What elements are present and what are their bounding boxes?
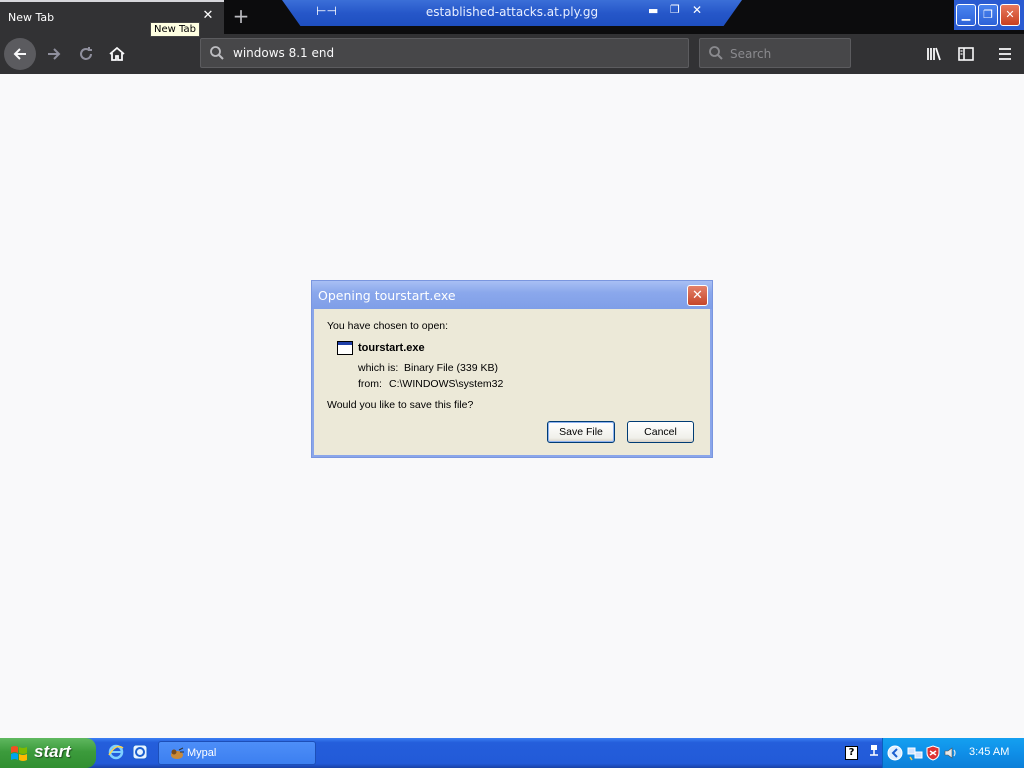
save-file-button[interactable]: Save File	[547, 421, 615, 443]
window-title-bar: ⊢⊣ established-attacks.at.ply.gg ▬ ❐ ✕	[282, 0, 742, 26]
file-source-label: from:	[358, 378, 382, 390]
search-bar[interactable]	[699, 38, 851, 68]
dialog-title: Opening tourstart.exe	[318, 288, 456, 303]
clock[interactable]: 3:45 AM	[969, 746, 1009, 758]
taskbar-item-mypal[interactable]: Mypal	[158, 741, 316, 765]
minimize-button[interactable]: ▁	[956, 4, 976, 26]
mypal-icon	[171, 747, 184, 759]
system-tray: 3:45 AM	[882, 738, 1024, 768]
library-button[interactable]	[922, 42, 946, 66]
windows-flag-icon	[11, 746, 27, 761]
close-window-button[interactable]: ✕	[1000, 4, 1020, 26]
sidebar-button[interactable]	[954, 42, 978, 66]
taskbar: start Mypal ? 3:45 AM	[0, 738, 1024, 768]
file-name: tourstart.exe	[358, 342, 425, 354]
tab-title: New Tab	[8, 11, 55, 24]
start-button[interactable]: start	[0, 738, 96, 768]
tab-strip: New Tab ✕ New Tab + ⊢⊣ established-attac…	[0, 0, 1024, 37]
search-icon	[210, 46, 224, 60]
volume-icon[interactable]	[943, 745, 959, 761]
window-controls: ▁ ❐ ✕	[954, 0, 1024, 30]
restore-icon[interactable]: ❐	[670, 3, 680, 16]
application-window-icon	[337, 341, 353, 355]
forward-button[interactable]	[38, 38, 70, 70]
file-source-value: C:\WINDOWS\system32	[389, 378, 504, 390]
dialog-question: Would you like to save this file?	[327, 399, 474, 411]
dialog-prompt: You have chosen to open:	[327, 320, 449, 332]
back-arrow-icon	[13, 48, 26, 60]
tab-tooltip: New Tab	[150, 22, 200, 37]
dialog-title-bar[interactable]: Opening tourstart.exe ✕	[312, 281, 712, 309]
cancel-button[interactable]: Cancel	[627, 421, 694, 443]
dialog-close-button[interactable]: ✕	[687, 285, 708, 306]
sidebar-icon	[958, 47, 974, 61]
download-dialog: Opening tourstart.exe ✕ You have chosen …	[311, 280, 713, 458]
search-input[interactable]	[730, 45, 846, 63]
security-center-shield-icon[interactable]	[925, 745, 941, 761]
network-icon[interactable]	[868, 744, 880, 760]
browser-quicklaunch-icon[interactable]	[132, 744, 148, 760]
file-type-label: which is:	[358, 362, 399, 374]
show-hidden-icons-arrow-icon[interactable]	[887, 745, 903, 761]
restore-button[interactable]: ❐	[978, 4, 998, 26]
hamburger-menu-icon	[999, 48, 1011, 60]
help-icon[interactable]: ?	[845, 746, 858, 760]
file-type-value: Binary File (339 KB)	[404, 362, 498, 374]
url-input[interactable]: windows 8.1 end	[233, 46, 334, 60]
forward-arrow-icon	[48, 48, 61, 60]
home-icon	[109, 46, 125, 61]
close-tab-icon[interactable]: ✕	[200, 8, 216, 24]
reload-button[interactable]	[70, 38, 102, 70]
url-bar[interactable]: windows 8.1 end	[200, 38, 689, 68]
start-label: start	[34, 742, 71, 761]
library-icon	[927, 47, 941, 61]
internet-explorer-icon[interactable]	[108, 744, 124, 760]
dialog-body: You have chosen to open: tourstart.exe w…	[316, 309, 708, 455]
minimize-icon[interactable]: ▬	[648, 4, 658, 17]
search-icon	[709, 46, 723, 60]
network-connections-icon[interactable]	[907, 745, 923, 761]
close-icon[interactable]: ✕	[692, 3, 702, 17]
taskbar-item-label: Mypal	[187, 747, 217, 759]
home-button[interactable]	[101, 38, 133, 70]
reload-icon	[80, 47, 92, 60]
new-tab-button[interactable]: +	[230, 5, 252, 27]
back-button[interactable]	[4, 38, 36, 70]
menu-button[interactable]	[993, 42, 1017, 66]
navigation-toolbar: windows 8.1 end	[0, 34, 1024, 74]
